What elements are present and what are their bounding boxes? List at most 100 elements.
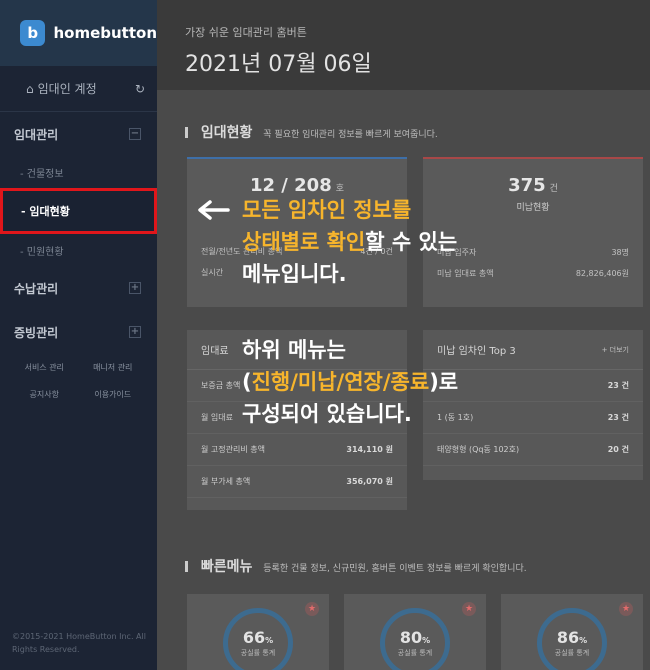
copyright-line: ©2015-2021 HomeButton Inc. All	[12, 632, 146, 641]
callout-highlight: 진행/미납/연장/종료	[251, 370, 430, 394]
sidebar-section-payments[interactable]: 수납관리 +	[0, 266, 157, 310]
page-header: 가장 쉬운 임대관리 홈버튼 2021년 07월 06일	[157, 0, 650, 90]
star-icon[interactable]: ★	[619, 602, 633, 616]
menu-notice[interactable]: 공지사항	[10, 389, 79, 400]
row-value: 23 건	[607, 413, 629, 422]
value-text: 66	[242, 628, 266, 647]
kv-value: 38명	[611, 248, 629, 257]
table-row: 월 부가세 총액 356,070 원	[187, 466, 407, 498]
row-value: 20 건	[607, 445, 629, 454]
callout-highlight: 상태별로 확인	[242, 230, 366, 254]
refresh-icon[interactable]: ↻	[135, 82, 145, 96]
callout-line: 상태별로 확인할 수 있는	[242, 227, 457, 257]
unit-text: %	[579, 636, 588, 645]
page-date: 2021년 07월 06일	[185, 52, 372, 77]
sidebar-section-label: 수납관리	[14, 281, 59, 296]
row-value: 356,070 원	[346, 477, 393, 486]
expand-icon[interactable]: +	[129, 282, 141, 294]
table-header: 미납 임차인 Top 3 + 더보기	[423, 330, 643, 370]
sidebar-item-building-info[interactable]: - 건물정보	[0, 156, 157, 188]
logo-icon: b	[20, 20, 46, 46]
table-title: 임대료	[201, 346, 229, 357]
unit-text: 호	[335, 184, 344, 194]
unit-text: %	[265, 636, 274, 645]
row-label: 월 임대료	[201, 413, 233, 422]
menu-guide[interactable]: 이용가이드	[79, 389, 148, 400]
ring-caption: 공실률 통계	[397, 649, 433, 657]
logo-text: homebutton	[53, 24, 157, 42]
page-subtitle: 가장 쉬운 임대관리 홈버튼	[185, 26, 307, 39]
callout-text: )로	[429, 370, 459, 394]
menu-service-manage[interactable]: 서비스 관리	[10, 362, 79, 373]
callout-text: (	[242, 370, 252, 394]
sidebar-section-label: 임대관리	[14, 127, 59, 142]
copyright: ©2015-2021 HomeButton Inc. All Rights Re…	[12, 630, 146, 656]
unpaid-top3-table: 미납 임차인 Top 3 + 더보기 23 건 1 (동 1호) 23 건 태양형…	[423, 330, 643, 480]
callout-text: 구성되어 있습니다.	[242, 402, 412, 426]
star-icon[interactable]: ★	[305, 602, 319, 616]
callout-line: 모든 임차인 정보를	[242, 195, 411, 225]
row-value: 23 건	[607, 381, 629, 390]
callout-text: 하위 메뉴는	[242, 338, 346, 362]
quick-card[interactable]: ★ 80% 공실률 통계	[344, 594, 486, 670]
quick-card[interactable]: ★ 66% 공실률 통계	[187, 594, 329, 670]
table-row: 태양형형 (Qq동 102호) 20 건	[423, 434, 643, 466]
callout-line: 하위 메뉴는	[242, 335, 346, 365]
main-content: 가장 쉬운 임대관리 홈버튼 2021년 07월 06일 임대현황 꼭 필요한 …	[157, 0, 650, 670]
account-row[interactable]: ⌂ 임대인 계정 ↻	[0, 66, 157, 112]
sidebar-item-complaints[interactable]: - 민원현황	[0, 234, 157, 266]
ring-caption: 공실률 통계	[240, 649, 276, 657]
left-arrow-icon	[198, 200, 230, 220]
logo-bar[interactable]: b homebutton	[0, 0, 157, 66]
quick-card[interactable]: ★ 86% 공실률 통계	[501, 594, 643, 670]
home-icon: ⌂	[26, 81, 34, 96]
table-title: 미납 임차인 Top 3	[437, 346, 516, 357]
menu-manager-manage[interactable]: 매니저 관리	[79, 362, 148, 373]
sidebar-item-rental-status[interactable]: - 임대현황	[0, 188, 157, 234]
callout-line: (진행/미납/연장/종료)로	[242, 367, 458, 397]
section-title-status: 임대현황 꼭 필요한 임대관리 정보를 빠르게 보여줍니다.	[185, 122, 438, 142]
sidebar-section-evidence[interactable]: 증빙관리 +	[0, 310, 157, 354]
callout-text: 메뉴입니다.	[242, 262, 347, 286]
row-label: 태양형형 (Qq동 102호)	[437, 445, 520, 454]
sidebar-grid-menu: 서비스 관리 매니저 관리 공지사항 이용가이드	[0, 354, 157, 408]
collapse-icon[interactable]: −	[129, 128, 141, 140]
callout-text: 할 수 있는	[365, 230, 458, 254]
value-text: 12 / 208	[249, 175, 332, 196]
unpaid-value: 375 건	[423, 175, 643, 196]
row-label: 1 (동 1호)	[437, 413, 474, 422]
more-link[interactable]: + 더보기	[602, 345, 629, 355]
account-label: 임대인 계정	[37, 82, 97, 96]
occupancy-value: 12 / 208 호	[187, 175, 407, 196]
unit-text: %	[422, 636, 431, 645]
callout-line: 구성되어 있습니다.	[242, 399, 412, 429]
sidebar-section-rental[interactable]: 임대관리 −	[0, 112, 157, 156]
row-label: 보증금 총액	[201, 381, 241, 390]
value-text: 375	[508, 175, 546, 196]
row-label: 월 고정관리비 총액	[201, 445, 265, 454]
callout-line: 메뉴입니다.	[242, 259, 347, 289]
callout-highlight: 모든 임차인 정보를	[242, 198, 412, 222]
row-label: 월 부가세 총액	[201, 477, 251, 486]
section-desc: 등록한 건물 정보, 신규민원, 홈버튼 이벤트 정보를 빠르게 확인합니다.	[263, 564, 527, 574]
ring-value: 86%	[501, 628, 643, 647]
star-icon[interactable]: ★	[462, 602, 476, 616]
section-desc: 꼭 필요한 임대관리 정보를 빠르게 보여줍니다.	[263, 130, 438, 140]
section-title-text: 임대현황	[200, 125, 253, 141]
section-title-quick: 빠른메뉴 등록한 건물 정보, 신규민원, 홈버튼 이벤트 정보를 빠르게 확인…	[185, 556, 527, 576]
unpaid-caption: 미납현황	[516, 203, 550, 213]
kv-label: 미납 임대료 총액	[437, 269, 494, 278]
sidebar: b homebutton ⌂ 임대인 계정 ↻ 임대관리 − - 건물정보 - …	[0, 0, 157, 670]
copyright-line: Rights Reserved.	[12, 645, 80, 654]
section-title-text: 빠른메뉴	[200, 559, 253, 575]
unit-text: 건	[549, 184, 558, 194]
table-row: 1 (동 1호) 23 건	[423, 402, 643, 434]
kv-value: 82,826,406원	[575, 269, 629, 278]
ring-value: 66%	[187, 628, 329, 647]
ring-value: 80%	[344, 628, 486, 647]
row-value: 314,110 원	[346, 445, 393, 454]
value-text: 80	[399, 628, 423, 647]
kv-row: 미납 임대료 총액 82,826,406원	[423, 268, 643, 279]
value-text: 86	[556, 628, 580, 647]
expand-icon[interactable]: +	[129, 326, 141, 338]
